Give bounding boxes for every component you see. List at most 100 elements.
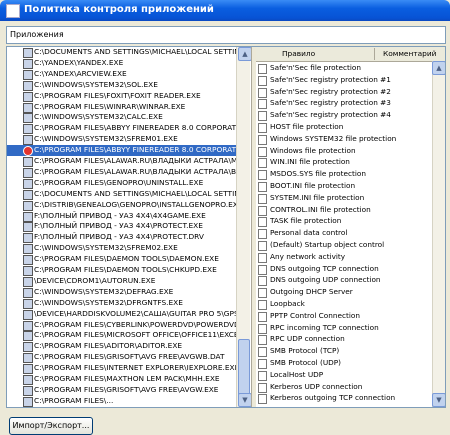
rule-row[interactable]: Windows file protection	[256, 145, 445, 157]
program-file-icon	[23, 287, 33, 298]
program-path: C:\WINDOWS\SYSTEM32\SOL.EXE	[34, 79, 158, 89]
program-row[interactable]: C:\PROGRAM FILES\ABBYY FINEREADER 8.0 CO…	[7, 123, 250, 135]
rule-row[interactable]: Kerberos UDP connection	[256, 381, 445, 393]
rules-scroll-down-arrow-icon[interactable]: ▼	[432, 393, 445, 407]
program-row[interactable]: C:\PROGRAM FILES\DAEMON TOOLS\DAEMON.EXE	[7, 254, 250, 266]
rule-row[interactable]: Windows SYSTEM32 file protection	[256, 133, 445, 145]
rule-document-icon	[258, 359, 267, 369]
program-row[interactable]: C:\PROGRAM FILES\MAXTHON LEM PACK\МНН.EX…	[7, 374, 250, 385]
rule-row[interactable]: Personal data control	[256, 227, 445, 240]
program-file-icon	[23, 222, 33, 233]
rule-row[interactable]: PPTP Control Connection	[256, 310, 445, 322]
rule-column-header[interactable]: Правило	[282, 47, 315, 61]
rule-row[interactable]: Safe'n'Sec file protection	[256, 62, 445, 74]
rule-row[interactable]: HOST file protection	[256, 121, 445, 133]
program-row[interactable]: C:\PROGRAM FILES\CYBERLINK\POWERDVD\POWE…	[7, 320, 250, 331]
program-file-icon	[23, 69, 33, 80]
rule-row[interactable]: Outgoing DHCP Server	[256, 286, 445, 299]
program-row[interactable]: C:\PROGRAM FILES\ALAWAR.RU\ВЛАДЫКИ АСТРА…	[7, 167, 250, 178]
program-path: C:\PROGRAM FILES\CYBERLINK\POWERDVD\POWE…	[34, 319, 247, 329]
program-scroll-thumb[interactable]	[238, 339, 250, 401]
rules-column-header: Правило Комментарий	[256, 47, 445, 62]
program-row[interactable]: C:\YANDEX\ARCVIEW.EXE	[7, 69, 250, 80]
program-file-icon	[23, 178, 33, 189]
rule-document-icon	[258, 264, 267, 275]
rules-scroll-up-arrow-icon[interactable]: ▲	[432, 61, 445, 75]
rule-row[interactable]: RPC incoming TCP connection	[256, 322, 445, 334]
program-path: C:\DOCUMENTS AND SETTINGS\MICHAEL\LOCAL …	[34, 47, 250, 56]
rule-row[interactable]: SMB Protocol (TCP)	[256, 345, 445, 358]
rule-row[interactable]: Safe'n'Sec registry protection #2	[256, 86, 445, 98]
program-row[interactable]: \DEVICE\HARDDISKVOLUME2\САША\GUITAR PRO …	[7, 309, 250, 320]
program-row[interactable]: C:\PROGRAM FILES\GRISOFT\AVG FREE\AVGW.E…	[7, 385, 250, 396]
program-row[interactable]: C:\PROGRAM FILES\DAEMON TOOLS\CHKUPD.EXE	[7, 265, 250, 276]
program-row[interactable]: C:\PROGRAM FILES\FOXIT\FOXIT READER.EXE	[7, 91, 250, 102]
rule-document-icon	[258, 111, 267, 122]
program-row[interactable]: C:\PROGRAM FILES\ALAWAR.RU\ВЛАДЫКИ АСТРА…	[7, 156, 250, 167]
program-row[interactable]: C:\DOCUMENTS AND SETTINGS\MICHAEL\LOCAL …	[7, 189, 250, 200]
program-row[interactable]: C:\PROGRAM FILES\ADITOR\ADITOR.EXE	[7, 341, 250, 353]
rule-document-icon	[258, 87, 267, 98]
program-row[interactable]: C:\WINDOWS\SYSTEM32\DEFRAG.EXE	[7, 287, 250, 298]
column-separator[interactable]	[374, 48, 375, 60]
program-path: C:\PROGRAM FILES\GRISOFT\AVG FREE\AVGW.E…	[34, 384, 219, 394]
applications-group-box: Приложения	[6, 26, 446, 44]
program-scroll-up-arrow-icon[interactable]: ▲	[238, 47, 252, 61]
rule-row[interactable]: Any network activity	[256, 251, 445, 263]
rules-pane: Правило Комментарий Safe'n'Sec file prot…	[256, 47, 445, 407]
rule-name: Kerberos UDP connection	[270, 381, 363, 391]
rule-document-icon	[258, 276, 267, 287]
rule-row[interactable]: Loopback	[256, 298, 445, 310]
program-row[interactable]: C:\PROGRAM FILES\GRISOFT\AVG FREE\AVGWB.…	[7, 352, 250, 364]
rule-row[interactable]: CONTROL.INI file protection	[256, 204, 445, 216]
rule-row[interactable]: RPC UDP connection	[256, 333, 445, 346]
rule-row[interactable]: TASK file protection	[256, 215, 445, 228]
rule-name: DNS outgoing TCP connection	[270, 263, 379, 273]
program-row[interactable]: C:\DISTRIB\GENEALOG\GENOPRO\INSTALLGENOP…	[7, 200, 250, 211]
program-row[interactable]: C:\PROGRAM FILES\INTERNET EXPLORER\IEXPL…	[7, 363, 250, 375]
comment-column-header[interactable]: Комментарий	[383, 47, 436, 61]
rule-row[interactable]: LocalHost UDP	[256, 369, 445, 381]
program-row[interactable]: C:\WINDOWS\SYSTEM32\SFREM01.EXE	[7, 134, 250, 146]
program-path: C:\PROGRAM FILES\WINRAR\WINRAR.EXE	[34, 101, 186, 111]
program-row[interactable]: C:\PROGRAM FILES\GENOPRO\UNINSTALL.EXE	[7, 178, 250, 189]
program-row[interactable]: C:\PROGRAM FILES\WINRAR\WINRAR.EXE	[7, 102, 250, 113]
rule-row[interactable]: Safe'n'Sec registry protection #3	[256, 97, 445, 110]
program-path: C:\WINDOWS\SYSTEM32\CALC.EXE	[34, 112, 163, 122]
rule-row[interactable]: SMB Protocol (UDP)	[256, 357, 445, 369]
program-row[interactable]: C:\WINDOWS\SYSTEM32\SFREM02.EXE	[7, 243, 250, 255]
program-row[interactable]: C:\YANDEX\YANDEX.EXE	[7, 58, 250, 69]
program-row[interactable]: F:\ПОЛНЫЙ ПРИВОД - УАЗ 4X4\PROTECT.EXE	[7, 221, 250, 233]
program-row[interactable]: C:\WINDOWS\SYSTEM32\CALC.EXE	[7, 112, 250, 124]
rule-row[interactable]: DNS outgoing TCP connection	[256, 263, 445, 275]
program-row[interactable]: C:\WINDOWS\SYSTEM32\SOL.EXE	[7, 80, 250, 91]
rule-row[interactable]: Safe'n'Sec registry protection #1	[256, 74, 445, 86]
rule-name: Outgoing DHCP Server	[270, 287, 353, 297]
program-row[interactable]: C:\PROGRAM FILES\MICROSOFT OFFICE\OFFICE…	[7, 330, 250, 342]
program-scroll-down-arrow-icon[interactable]: ▼	[238, 393, 252, 407]
import-export-button[interactable]: Импорт/Экспорт...	[9, 417, 93, 435]
program-list[interactable]: C:\DOCUMENTS AND SETTINGS\MICHAEL\LOCAL …	[7, 47, 250, 407]
rule-document-icon	[258, 252, 267, 263]
program-path: C:\PROGRAM FILES\FOXIT\FOXIT READER.EXE	[34, 90, 201, 100]
program-row[interactable]: F:\ПОЛНЫЙ ПРИВОД - УАЗ 4X4\4X4GAME.EXE	[7, 211, 250, 222]
program-file-icon	[23, 157, 33, 167]
rule-row[interactable]: DNS outgoing UDP connection	[256, 274, 445, 287]
program-path: C:\PROGRAM FILES\GRISOFT\AVG FREE\AVGWB.…	[34, 352, 225, 362]
program-file-icon	[23, 80, 33, 91]
rule-row[interactable]: (Default) Startup object control	[256, 239, 445, 251]
program-row[interactable]: \DEVICE\CDROM1\AUTORUN.EXE	[7, 276, 250, 287]
rule-row[interactable]: Safe'n'Sec registry protection #4	[256, 109, 445, 122]
program-row[interactable]: C:\WINDOWS\SYSTEM32\DFRGNTFS.EXE	[7, 298, 250, 309]
rule-name: Safe'n'Sec registry protection #1	[270, 74, 391, 84]
program-row[interactable]: C:\PROGRAM FILES\ABBYY FINEREADER 8.0 CO…	[7, 145, 250, 157]
program-row[interactable]: F:\ПОЛНЫЙ ПРИВОД - УАЗ 4X4\PROTECT.DRV	[7, 232, 250, 244]
rule-row[interactable]: SYSTEM.INI file protection	[256, 192, 445, 204]
rule-row[interactable]: Kerberos outgoing TCP connection	[256, 392, 445, 405]
rule-row[interactable]: BOOT.INI file protection	[256, 180, 445, 192]
rule-row[interactable]: WIN.INI file protection	[256, 156, 445, 169]
rules-scrollbar[interactable]	[432, 61, 445, 407]
program-row[interactable]: C:\DOCUMENTS AND SETTINGS\MICHAEL\LOCAL …	[7, 47, 250, 58]
program-row[interactable]: C:\PROGRAM FILES\...	[7, 396, 250, 407]
rule-row[interactable]: MSDOS.SYS file protection	[256, 168, 445, 181]
